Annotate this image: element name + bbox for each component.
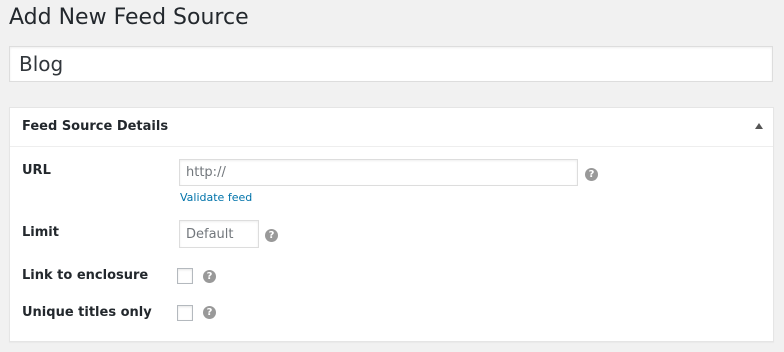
question-circle-icon[interactable]: ? bbox=[203, 270, 216, 283]
question-circle-icon[interactable]: ? bbox=[585, 168, 598, 181]
triangle-up-icon[interactable] bbox=[755, 123, 763, 129]
link-to-enclosure-checkbox[interactable] bbox=[177, 268, 193, 284]
limit-input[interactable] bbox=[179, 220, 259, 248]
question-circle-icon[interactable]: ? bbox=[265, 229, 278, 242]
url-input[interactable] bbox=[179, 159, 578, 186]
page-title: Add New Feed Source bbox=[9, 5, 249, 30]
feed-source-details-metabox: Feed Source Details URL ? Validate feed … bbox=[9, 107, 774, 342]
post-title-input[interactable] bbox=[9, 46, 773, 82]
limit-label: Limit bbox=[22, 225, 59, 240]
unique-titles-only-label: Unique titles only bbox=[22, 305, 152, 320]
url-label: URL bbox=[22, 163, 51, 178]
link-to-enclosure-label: Link to enclosure bbox=[22, 268, 149, 283]
metabox-title: Feed Source Details bbox=[22, 119, 169, 134]
unique-titles-only-checkbox[interactable] bbox=[177, 305, 193, 321]
validate-feed-link[interactable]: Validate feed bbox=[180, 191, 252, 205]
metabox-header[interactable]: Feed Source Details bbox=[10, 108, 773, 147]
question-circle-icon[interactable]: ? bbox=[203, 306, 216, 319]
add-feed-source-page: Add New Feed Source Feed Source Details … bbox=[0, 0, 784, 352]
